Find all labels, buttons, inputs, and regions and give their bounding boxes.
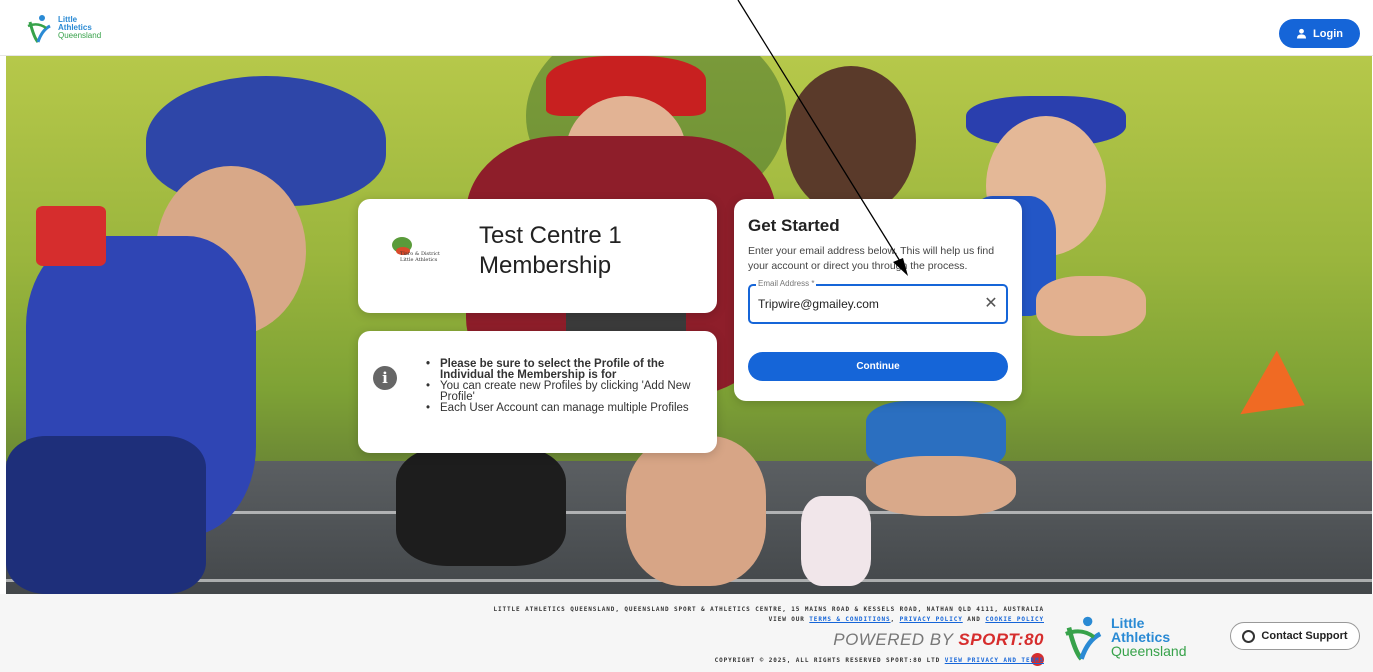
contact-support-label: Contact Support <box>1261 630 1348 642</box>
footer-view-our: VIEW OUR <box>768 616 805 623</box>
get-started-card: Get Started Enter your email address bel… <box>734 199 1022 401</box>
logo-figure-icon <box>1065 616 1102 661</box>
footer-logo-line1: Little <box>1111 615 1145 631</box>
logo-line3: Queensland <box>58 31 102 40</box>
footer-logo[interactable]: Little Athletics Queensland <box>1058 612 1187 662</box>
email-field[interactable]: Email Address * ✕ <box>748 279 1008 324</box>
hero-background-photo <box>6 56 1372 594</box>
cookie-link[interactable]: COOKIE POLICY <box>985 616 1044 623</box>
little-athletics-logo[interactable]: Little Athletics Queensland <box>24 12 101 44</box>
runner-arm-shape <box>1036 276 1146 336</box>
footer-logo-text: Little Athletics Queensland <box>1111 616 1187 658</box>
login-label: Login <box>1313 27 1343 40</box>
footer-and: AND <box>967 616 981 623</box>
runner-shorts-shape <box>6 436 206 594</box>
get-started-title: Get Started <box>748 216 840 235</box>
info-item: Please be sure to select the Profile of … <box>426 358 711 381</box>
info-list: Please be sure to select the Profile of … <box>426 358 711 414</box>
privacy-terms-link[interactable]: VIEW PRIVACY AND TERMS <box>945 657 1044 664</box>
membership-title-card: Tiaro & District Little Athletics Test C… <box>358 199 717 313</box>
footer-links: VIEW OUR TERMS & CONDITIONS, PRIVACY POL… <box>768 616 1044 623</box>
continue-button[interactable]: Continue <box>748 352 1008 381</box>
club-logo: Tiaro & District Little Athletics <box>388 235 450 271</box>
login-button[interactable]: Login <box>1279 19 1360 48</box>
logo-figure-icon <box>27 15 51 44</box>
runner-leg-shape <box>866 456 1016 516</box>
info-item: Each User Account can manage multiple Pr… <box>426 402 711 414</box>
terms-link[interactable]: TERMS & CONDITIONS <box>809 616 890 623</box>
footer-address: LITTLE ATHLETICS QUEENSLAND, QUEENSLAND … <box>493 606 1044 613</box>
page-title-line2: Membership <box>479 252 612 279</box>
user-icon <box>1296 28 1307 39</box>
top-header: Little Athletics Queensland Login <box>0 0 1373 56</box>
runner-shoe-shape <box>801 496 871 586</box>
info-item: You can create new Profiles by clicking … <box>426 380 711 403</box>
get-started-description: Enter your email address below. This wil… <box>748 245 995 272</box>
powered-prefix: POWERED BY <box>833 630 954 649</box>
runner-hair-shape <box>786 66 916 216</box>
footer-copyright: COPYRIGHT © 2025, ALL RIGHTS RESERVED SP… <box>714 657 941 664</box>
runner-leg-shape <box>626 436 766 586</box>
training-cone <box>1232 347 1305 415</box>
clear-icon[interactable]: ✕ <box>983 295 999 313</box>
privacy-link[interactable]: PRIVACY POLICY <box>900 616 963 623</box>
lifebuoy-icon <box>1242 629 1256 643</box>
footer-copyright-row: COPYRIGHT © 2025, ALL RIGHTS RESERVED SP… <box>380 657 1044 664</box>
runner-shorts-shape <box>396 446 566 566</box>
powered-brand: SPORT:80 <box>958 630 1044 649</box>
club-logo-text: Tiaro & District Little Athletics <box>400 251 440 263</box>
logo-text: Little Athletics Queensland <box>58 16 101 40</box>
footer-logo-line3: Queensland <box>1111 643 1187 659</box>
runner-bib-shape <box>36 206 106 266</box>
profile-info-card: i Please be sure to select the Profile o… <box>358 331 717 453</box>
page-title: Test Centre 1 Membership <box>479 221 622 281</box>
email-field-label: Email Address * <box>756 279 817 288</box>
page-title-line1: Test Centre 1 <box>479 222 622 249</box>
email-input[interactable] <box>758 296 978 312</box>
info-icon: i <box>373 366 397 390</box>
powered-by: POWERED BY SPORT:80 <box>830 630 1044 670</box>
contact-support-button[interactable]: Contact Support <box>1230 622 1360 650</box>
footer-logo-line2: Athletics <box>1111 629 1171 645</box>
